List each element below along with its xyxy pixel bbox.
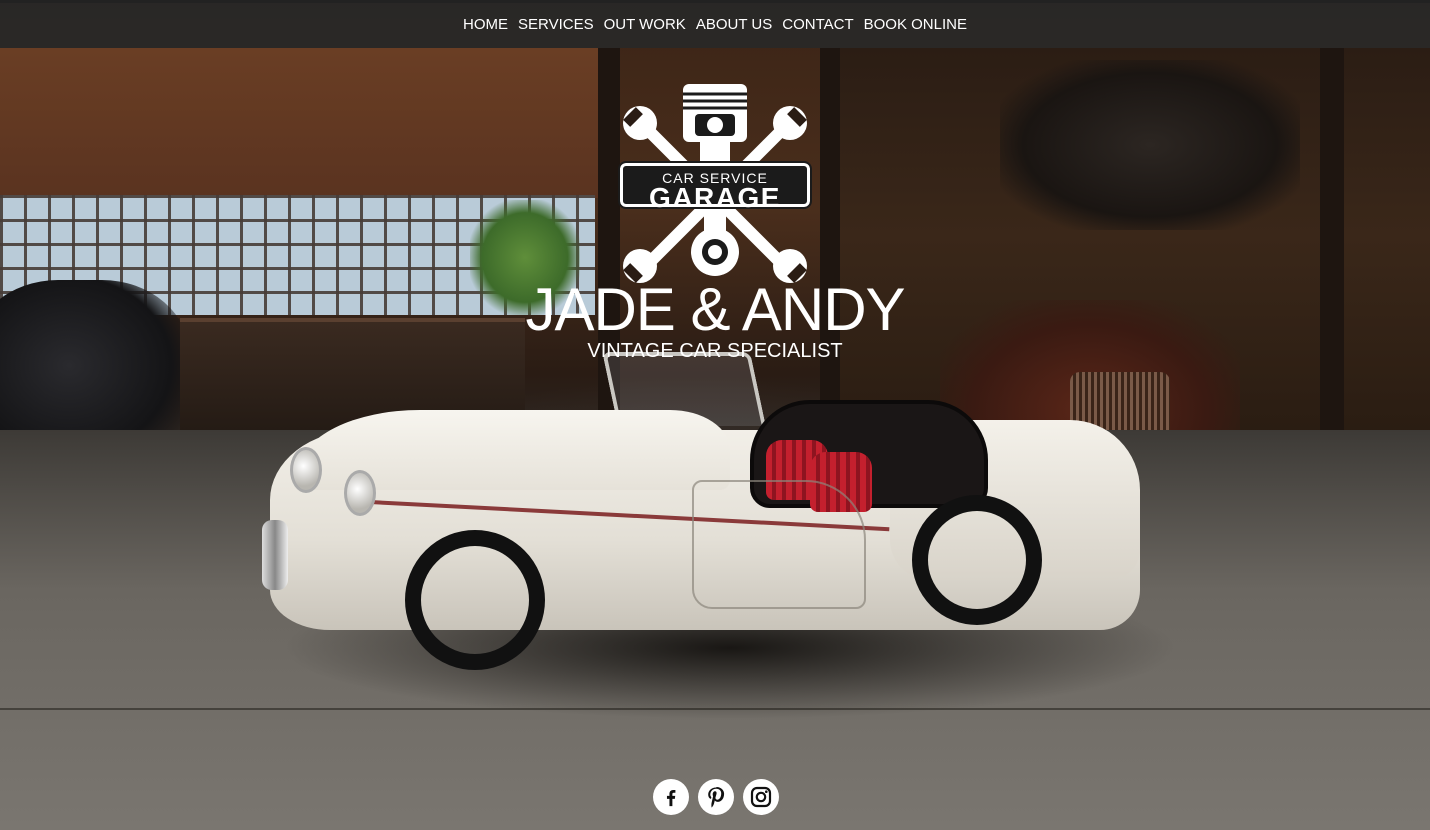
nav-home[interactable]: HOME: [458, 16, 513, 33]
pinterest-icon: [708, 787, 725, 808]
nav-contact[interactable]: CONTACT: [777, 16, 858, 33]
support-beam: [820, 48, 840, 428]
pinterest-button[interactable]: [698, 779, 734, 815]
social-links: [653, 779, 779, 815]
logo-text-main: GARAGE: [649, 182, 781, 213]
nav-book-online[interactable]: BOOK ONLINE: [859, 16, 972, 33]
facebook-icon: [666, 789, 676, 807]
car-headlight: [290, 447, 322, 493]
facebook-button[interactable]: [653, 779, 689, 815]
car-front-wheel: [405, 530, 545, 670]
logo-badge: CAR SERVICE GARAGE: [618, 161, 812, 213]
nav-services[interactable]: SERVICES: [513, 16, 599, 33]
car-door: [692, 480, 866, 609]
instagram-button[interactable]: [743, 779, 779, 815]
car-headlight: [344, 470, 376, 516]
instagram-icon: [750, 786, 772, 808]
top-navigation: HOME SERVICES OUT WORK ABOUT US CONTACT …: [0, 0, 1430, 48]
car-bumper: [262, 520, 288, 590]
hero-title: JADE & ANDY: [525, 276, 905, 343]
garage-logo[interactable]: CAR SERVICE GARAGE: [610, 78, 820, 283]
nav-about-us[interactable]: ABOUT US: [691, 16, 777, 33]
car-rear-wheel: [912, 495, 1042, 625]
nav-menu: HOME SERVICES OUT WORK ABOUT US CONTACT …: [458, 16, 972, 34]
nav-out-work[interactable]: OUT WORK: [599, 16, 691, 33]
hero-subtitle: VINTAGE CAR SPECIALIST: [587, 340, 843, 362]
garage-wall: [0, 48, 600, 198]
lifted-car: [1000, 60, 1300, 230]
